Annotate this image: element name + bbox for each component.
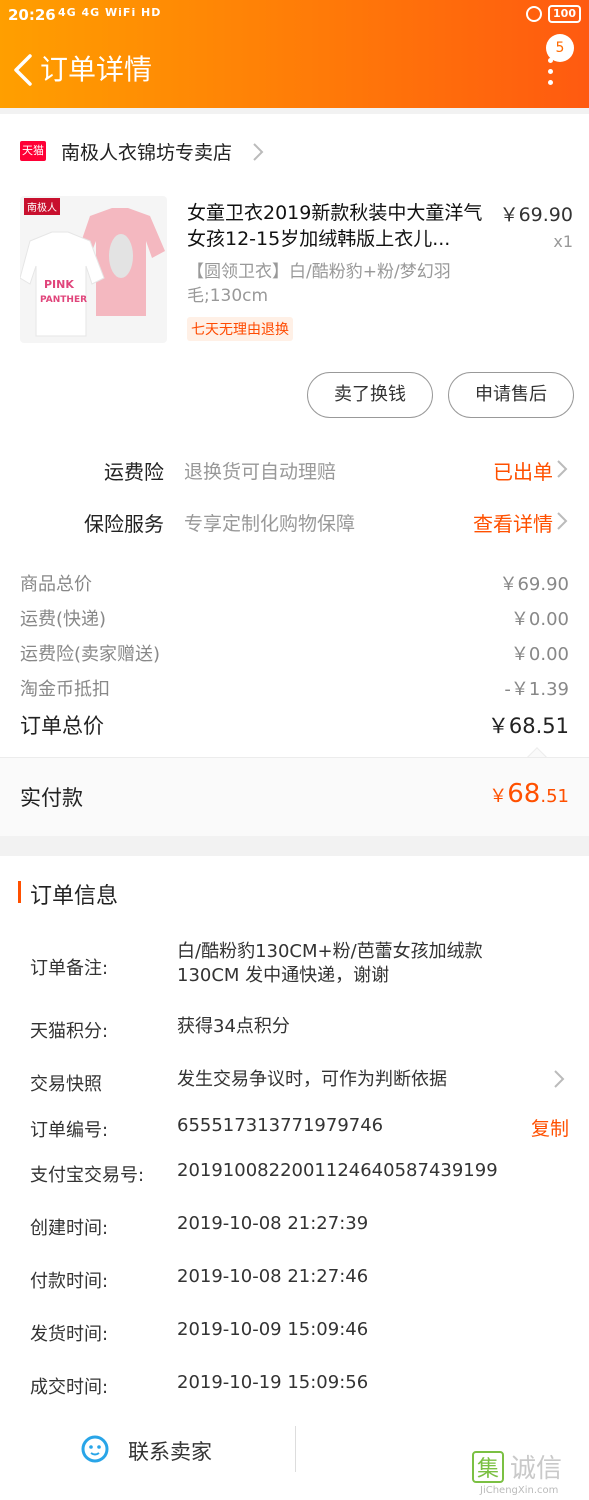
created-time-value: 2019-10-08 21:27:39 [177, 1213, 369, 1234]
chat-face-icon[interactable] [80, 1434, 110, 1464]
snapshot-label[interactable]: 交易快照 [30, 1070, 102, 1096]
battery-icon: 100 [548, 5, 581, 23]
status-bar: 20:26 4G 4G WiFi HD 100 [0, 0, 589, 30]
shipped-time-value: 2019-10-09 15:09:46 [177, 1319, 369, 1340]
product-sku: 【圆领卫衣】白/酷粉豹+粉/梦幻羽毛;130cm [187, 262, 451, 306]
svg-text:PINK: PINK [44, 278, 74, 291]
return-policy-tag: 七天无理由退换 [187, 317, 293, 341]
info-label: 天猫积分: [30, 1021, 109, 1042]
after-sale-button[interactable]: 申请售后 [448, 372, 574, 418]
fee-value: ￥69.90 [499, 574, 569, 595]
contact-seller-button[interactable]: 联系卖家 [128, 1436, 212, 1466]
paid-decimal: .51 [540, 786, 569, 807]
fee-label: 运费(快递) [20, 609, 107, 630]
order-number-value: 655517313771979746 [177, 1115, 384, 1136]
shipping-insurance-desc: 退换货可自动理赔 [184, 461, 337, 483]
fee-label: 运费险(卖家赠送) [20, 644, 161, 665]
shipping-insurance-status[interactable]: 已出单 [493, 456, 553, 485]
paid-time-value: 2019-10-08 21:27:46 [177, 1266, 369, 1287]
info-label: 支付宝交易号: [30, 1165, 145, 1186]
more-menu-icon[interactable] [544, 58, 556, 88]
product-image[interactable]: 南极人 PINK PANTHER [20, 196, 167, 343]
order-info-title: 订单信息 [30, 884, 119, 909]
svg-text:JiChengXin.com: JiChengXin.com [479, 1485, 558, 1496]
product-price: ￥69.90 [499, 204, 573, 226]
fee-value: ￥0.00 [510, 644, 569, 665]
back-arrow-icon[interactable] [10, 52, 42, 88]
sweatshirt-image: PINK PANTHER [20, 208, 165, 337]
chevron-right-icon[interactable] [556, 511, 568, 531]
completed-time-value: 2019-10-19 15:09:56 [177, 1372, 369, 1393]
info-label: 创建时间: [30, 1218, 109, 1239]
product-title[interactable]: 女童卫衣2019新款秋装中大童洋气女孩12-15岁加绒韩版上衣儿... [187, 200, 489, 252]
page-title: 订单详情 [40, 53, 153, 86]
info-label: 成交时间: [30, 1377, 109, 1398]
info-label: 发货时间: [30, 1324, 109, 1345]
shop-name[interactable]: 南极人衣锦坊专卖店 [61, 138, 232, 165]
shipping-insurance-label: 运费险 [104, 460, 164, 484]
jichengxin-watermark-logo: 集 诚信 JiChengXin.com [470, 1448, 586, 1496]
info-label: 订单备注: [30, 958, 109, 979]
status-time: 20:26 [8, 6, 56, 24]
lock-icon [526, 6, 543, 22]
fee-value: -￥1.39 [504, 679, 569, 700]
paid-integer: 68 [507, 779, 541, 809]
insurance-details-link[interactable]: 查看详情 [473, 508, 553, 537]
order-note-value: 白/酷粉豹130CM+粉/芭蕾女孩加绒款130CM 发中通快递，谢谢 [177, 941, 483, 986]
divider [295, 1426, 296, 1472]
paid-label: 实付款 [20, 786, 83, 810]
insurance-service-label: 保险服务 [84, 512, 164, 536]
snapshot-value[interactable]: 发生交易争议时，可作为判断依据 [177, 1068, 507, 1092]
alipay-trade-number-value: 2019100822001124640587439199 [177, 1160, 498, 1181]
svg-text:诚信: 诚信 [510, 1454, 562, 1484]
paid-currency: ￥ [489, 786, 508, 807]
order-info-card: 订单信息 订单备注: 白/酷粉豹130CM+粉/芭蕾女孩加绒款130CM 发中通… [0, 856, 589, 1500]
shop-chevron-right-icon[interactable] [252, 142, 264, 162]
svg-text:集: 集 [477, 1457, 499, 1482]
points-value: 获得34点积分 [177, 1016, 290, 1037]
copy-order-number-button[interactable]: 复制 [531, 1114, 569, 1141]
paid-amount: ￥68.51 [489, 779, 569, 809]
info-label: 付款时间: [30, 1271, 109, 1292]
order-total-value: ￥68.51 [487, 714, 569, 738]
chevron-right-icon[interactable] [556, 459, 568, 479]
app-header: 20:26 4G 4G WiFi HD 100 订单详情 5 [0, 0, 589, 108]
info-label: 订单编号: [30, 1120, 109, 1141]
paid-amount-bar: 实付款 ￥68.51 [0, 757, 589, 836]
order-summary-card: 天猫 南极人衣锦坊专卖店 南极人 PINK PANTHER 女童卫衣2019新款… [0, 114, 589, 836]
section-accent-bar [18, 881, 21, 903]
tmall-logo: 天猫 [20, 141, 46, 161]
fee-label: 商品总价 [20, 574, 92, 595]
product-quantity: x1 [553, 232, 573, 251]
snapshot-chevron-right-icon[interactable] [553, 1069, 565, 1089]
fee-label: 淘金币抵扣 [20, 679, 110, 700]
fee-value: ￥0.00 [510, 609, 569, 630]
resell-button[interactable]: 卖了换钱 [307, 372, 433, 418]
order-total-label: 订单总价 [20, 714, 104, 738]
insurance-service-desc: 专享定制化购物保障 [184, 513, 356, 535]
network-icons: 4G 4G WiFi HD [58, 6, 162, 19]
message-count-badge[interactable]: 5 [546, 34, 574, 62]
svg-text:PANTHER: PANTHER [40, 295, 87, 305]
